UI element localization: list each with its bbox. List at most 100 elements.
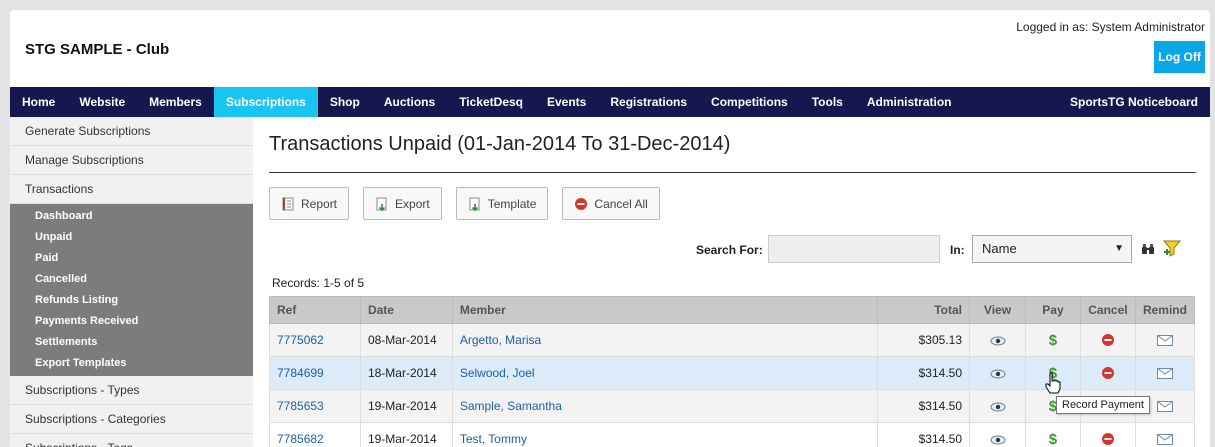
nav-competitions[interactable]: Competitions (699, 87, 800, 117)
nav-registrations[interactable]: Registrations (598, 87, 699, 117)
row-date: 19-Mar-2014 (359, 422, 453, 447)
export-button-label: Export (395, 196, 430, 211)
nav-administration[interactable]: Administration (855, 87, 964, 117)
sidebar-sub-settlements[interactable]: Settlements (10, 332, 253, 353)
row-member-link[interactable]: Sample, Samantha (451, 389, 879, 423)
dollar-icon[interactable]: $ (1049, 431, 1057, 447)
sidebar: Generate Subscriptions Manage Subscripti… (10, 117, 253, 447)
template-button[interactable]: Template (455, 187, 549, 220)
sidebar-sub-cancelled[interactable]: Cancelled (10, 269, 253, 290)
nav-ticketdesq[interactable]: TicketDesq (447, 87, 535, 117)
col-view: View (969, 296, 1026, 324)
nav-website[interactable]: Website (67, 87, 137, 117)
sidebar-sub-refunds-listing[interactable]: Refunds Listing (10, 290, 253, 311)
sidebar-item-manage-subscriptions[interactable]: Manage Subscriptions (10, 146, 253, 175)
action-toolbar: Report Export Template Cancel All (269, 187, 1196, 220)
record-payment-tooltip: Record Payment (1056, 396, 1150, 414)
envelope-icon[interactable] (1156, 434, 1173, 446)
cancel-icon[interactable] (1101, 333, 1115, 347)
col-total[interactable]: Total (877, 296, 971, 324)
header: STG SAMPLE - Club Logged in as: System A… (10, 10, 1210, 88)
dollar-icon[interactable]: $ (1049, 332, 1057, 349)
report-button[interactable]: Report (269, 187, 350, 220)
row-total: $305.13 (877, 323, 971, 357)
nav-home[interactable]: Home (10, 87, 67, 117)
col-member[interactable]: Member (451, 296, 879, 324)
row-cancel-cell (1079, 356, 1136, 390)
envelope-icon[interactable] (1156, 335, 1173, 347)
report-icon (282, 197, 294, 210)
sidebar-sub-paid[interactable]: Paid (10, 248, 253, 269)
eye-icon[interactable] (990, 401, 1006, 413)
export-button[interactable]: Export (363, 187, 442, 220)
add-filter-icon[interactable] (1163, 239, 1181, 257)
nav-auctions[interactable]: Auctions (372, 87, 447, 117)
row-member-link[interactable]: Test, Tommy (451, 422, 879, 447)
row-ref-link[interactable]: 7775062 (269, 323, 361, 357)
cancel-all-button[interactable]: Cancel All (562, 187, 660, 220)
nav-events[interactable]: Events (535, 87, 598, 117)
row-member-link[interactable]: Selwood, Joel (451, 356, 879, 390)
sidebar-item-subscription-categories[interactable]: Subscriptions - Categories (10, 405, 253, 434)
logged-in-text: Logged in as: System Administrator (1016, 20, 1205, 34)
row-member-link[interactable]: Argetto, Marisa (451, 323, 879, 357)
row-remind-cell (1134, 356, 1196, 390)
eye-icon[interactable] (990, 335, 1006, 347)
records-count: Records: 1-5 of 5 (272, 276, 365, 290)
envelope-icon[interactable] (1156, 368, 1173, 380)
row-total: $314.50 (877, 422, 971, 447)
sidebar-submenu: Dashboard Unpaid Paid Cancelled Refunds … (10, 204, 253, 376)
col-date[interactable]: Date (359, 296, 453, 324)
club-title: STG SAMPLE - Club (25, 41, 170, 58)
envelope-icon[interactable] (1156, 401, 1173, 413)
nav-shop[interactable]: Shop (318, 87, 372, 117)
eye-icon[interactable] (990, 368, 1006, 380)
row-ref-link[interactable]: 7785653 (269, 389, 361, 423)
row-ref-link[interactable]: 7785682 (269, 422, 361, 447)
row-date: 19-Mar-2014 (359, 389, 453, 423)
main-nav: Home Website Members Subscriptions Shop … (10, 87, 1210, 117)
table-header-row: Ref Date Member Total View Pay Cancel Re… (269, 296, 1196, 324)
row-date: 08-Mar-2014 (359, 323, 453, 357)
search-in-label: In: (950, 243, 965, 257)
search-input[interactable] (768, 235, 940, 263)
cancel-icon[interactable] (1101, 366, 1115, 380)
sidebar-item-subscription-types[interactable]: Subscriptions - Types (10, 376, 253, 405)
nav-members[interactable]: Members (137, 87, 214, 117)
page-title: Transactions Unpaid (01-Jan-2014 To 31-D… (269, 133, 1196, 173)
row-cancel-cell (1079, 422, 1136, 447)
export-icon (376, 197, 387, 211)
search-field-select[interactable]: Name ▼ (972, 235, 1132, 263)
chevron-down-icon: ▼ (1114, 243, 1124, 254)
app-frame: STG SAMPLE - Club Logged in as: System A… (10, 10, 1210, 447)
eye-icon[interactable] (990, 434, 1006, 446)
nav-tools[interactable]: Tools (800, 87, 855, 117)
row-pay-cell: $ (1024, 422, 1081, 447)
sidebar-item-subscription-tags[interactable]: Subscriptions - Tags (10, 434, 253, 447)
row-view-cell (969, 323, 1026, 357)
sidebar-sub-dashboard[interactable]: Dashboard (10, 206, 253, 227)
row-total: $314.50 (877, 389, 971, 423)
sidebar-item-transactions[interactable]: Transactions (10, 175, 253, 204)
row-view-cell (969, 389, 1026, 423)
row-remind-cell (1134, 323, 1196, 357)
row-pay-cell: $ (1024, 323, 1081, 357)
sidebar-sub-unpaid[interactable]: Unpaid (10, 227, 253, 248)
row-ref-link[interactable]: 7784699 (269, 356, 361, 390)
search-label: Search For: (696, 243, 763, 257)
row-date: 18-Mar-2014 (359, 356, 453, 390)
sidebar-item-generate-subscriptions[interactable]: Generate Subscriptions (10, 117, 253, 146)
col-ref[interactable]: Ref (269, 296, 361, 324)
nav-subscriptions[interactable]: Subscriptions (213, 87, 318, 117)
binoculars-icon[interactable] (1141, 242, 1155, 256)
row-total: $314.50 (877, 356, 971, 390)
nav-noticeboard[interactable]: SportsTG Noticeboard (1058, 87, 1210, 117)
table-row: 7785682 19-Mar-2014 Test, Tommy $314.50 … (269, 422, 1196, 447)
col-pay: Pay (1024, 296, 1081, 324)
cancel-icon[interactable] (1101, 432, 1115, 446)
sidebar-sub-payments-received[interactable]: Payments Received (10, 311, 253, 332)
col-remind: Remind (1134, 296, 1196, 324)
log-off-button[interactable]: Log Off (1154, 41, 1205, 73)
sidebar-sub-export-templates[interactable]: Export Templates (10, 353, 253, 374)
report-button-label: Report (301, 196, 338, 211)
